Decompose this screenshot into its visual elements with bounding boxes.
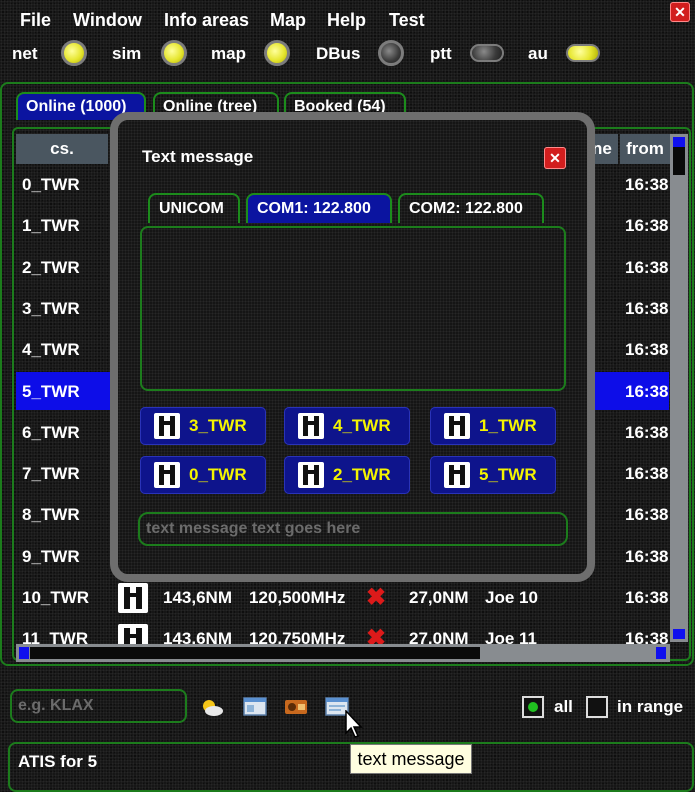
ptt-indicator (470, 44, 504, 62)
station-button[interactable]: 2_TWR (284, 456, 410, 494)
row-frequency: 120,500MHz (249, 588, 346, 607)
row-callsign: 7_TWR (22, 464, 80, 484)
station-label: 4_TWR (333, 416, 391, 435)
scroll-down-arrow[interactable] (673, 629, 685, 639)
au-indicator (566, 44, 600, 62)
mouse-cursor-icon (345, 710, 363, 738)
station-button[interactable]: 4_TWR (284, 407, 410, 445)
row-callsign: 2_TWR (22, 257, 80, 277)
menu-file[interactable]: File (20, 10, 51, 31)
station-label: 1_TWR (479, 416, 537, 435)
row-distance: 143,6NM (163, 588, 232, 607)
station-button[interactable]: 5_TWR (430, 456, 556, 494)
weather-icon[interactable] (200, 696, 224, 718)
tooltip: text message (350, 744, 472, 774)
scroll-up-arrow[interactable] (673, 137, 685, 147)
row-from-time: 16:38 (625, 381, 669, 401)
station-button[interactable]: 3_TWR (140, 407, 266, 445)
menu-map[interactable]: Map (270, 10, 306, 31)
column-header-cs[interactable]: cs. (16, 134, 108, 164)
tab-com2[interactable]: COM2: 122.800 (398, 193, 544, 223)
station-label: 3_TWR (189, 416, 247, 435)
row-range: 27,0NM (409, 588, 469, 607)
tower-icon (298, 462, 324, 488)
status-label-map: map (211, 44, 246, 63)
row-from-time: 16:38 (625, 588, 669, 607)
station-label: 0_TWR (189, 465, 247, 484)
dialog-title: Text message (142, 147, 254, 166)
menu-window[interactable]: Window (73, 10, 142, 31)
text-message-input[interactable] (138, 512, 568, 546)
row-callsign: 0_TWR (22, 175, 80, 194)
tower-icon (154, 462, 180, 488)
row-from-time: 16:38 (625, 175, 669, 194)
all-radio[interactable] (522, 696, 544, 718)
radio-icon[interactable] (284, 696, 308, 718)
map-indicator (264, 40, 290, 66)
menu-help[interactable]: Help (327, 10, 366, 31)
net-indicator (61, 40, 87, 66)
dbus-indicator (378, 40, 404, 66)
status-label-ptt: ptt (430, 44, 452, 63)
row-from-time: 16:38 (625, 422, 669, 442)
station-button[interactable]: 0_TWR (140, 456, 266, 494)
row-from-time: 16:38 (625, 298, 669, 318)
row-from-time: 16:38 (625, 340, 669, 360)
row-callsign: 8_TWR (22, 505, 80, 525)
row-callsign: 9_TWR (22, 546, 80, 566)
close-icon[interactable]: ✕ (670, 2, 690, 22)
menu-test[interactable]: Test (389, 10, 425, 31)
row-from-time: 16:38 (625, 505, 669, 525)
tower-icon (118, 583, 148, 613)
station-label: 5_TWR (479, 465, 537, 484)
airport-filter-input[interactable] (10, 689, 187, 723)
all-label: all (554, 697, 573, 716)
station-button[interactable]: 1_TWR (430, 407, 556, 445)
row-from-time: 16:38 (625, 546, 669, 566)
status-label-net: net (12, 44, 38, 63)
row-from-time: 16:38 (625, 257, 669, 277)
menu-info-areas[interactable]: Info areas (164, 10, 249, 31)
status-label-au: au (528, 44, 548, 63)
row-callsign: 10_TWR (22, 588, 90, 607)
in-range-radio[interactable] (586, 696, 608, 718)
row-from-time: 16:38 (625, 216, 669, 236)
sim-indicator (161, 40, 187, 66)
tower-icon (298, 413, 324, 439)
in-range-label: in range (617, 697, 684, 716)
scroll-right-arrow[interactable] (656, 647, 666, 659)
scroll-left-arrow[interactable] (19, 647, 29, 659)
column-header-from[interactable]: from (620, 134, 670, 164)
row-callsign: 5_TWR (22, 381, 80, 401)
row-callsign: 4_TWR (22, 340, 80, 360)
tower-icon (154, 413, 180, 439)
station-label: 2_TWR (333, 465, 391, 484)
status-label-sim: sim (112, 44, 142, 63)
cross-icon: ✖ (366, 584, 387, 611)
scroll-thumb-horizontal[interactable] (30, 647, 480, 659)
row-callsign: 6_TWR (22, 422, 80, 442)
atis-label: ATIS for 5 (18, 752, 98, 771)
status-label-dbus: DBus (316, 44, 361, 63)
row-from-time: 16:38 (625, 464, 669, 484)
row-callsign: 1_TWR (22, 216, 80, 236)
row-name: Joe 10 (485, 588, 538, 607)
tower-icon (444, 462, 470, 488)
tab-com1[interactable]: COM1: 122.800 (246, 193, 392, 223)
close-icon[interactable]: ✕ (544, 147, 566, 169)
tab-unicom[interactable]: UNICOM (148, 193, 240, 223)
vertical-scrollbar[interactable] (670, 134, 688, 642)
row-callsign: 3_TWR (22, 298, 80, 318)
scroll-thumb-vertical[interactable] (673, 147, 685, 175)
message-history-area (140, 226, 566, 391)
radio-selected-dot (528, 702, 538, 712)
window-icon[interactable] (243, 696, 267, 718)
tower-icon (444, 413, 470, 439)
